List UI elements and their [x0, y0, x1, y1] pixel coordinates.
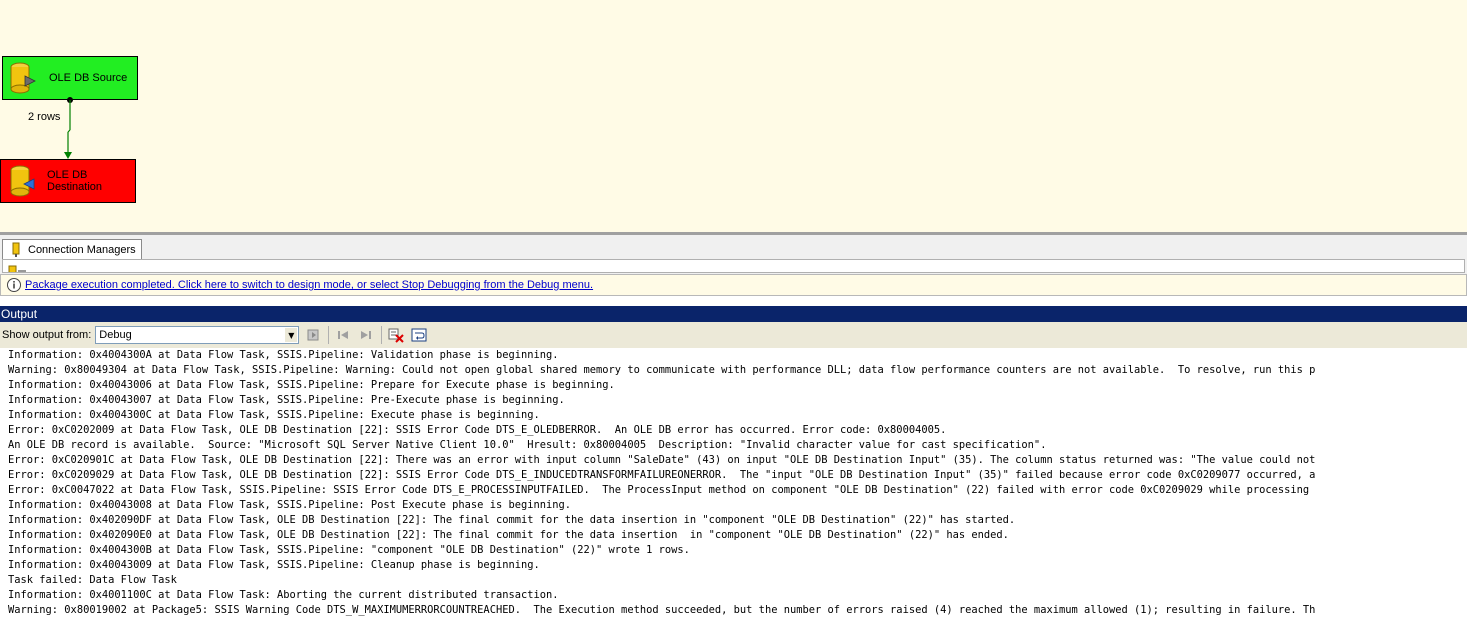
log-line: Information: 0x402090E0 at Data Flow Tas…	[8, 529, 1009, 541]
destination-node-label: OLE DB Destination	[47, 169, 103, 193]
log-line: Warning: 0x80019002 at Package5: SSIS Wa…	[8, 604, 1316, 616]
connection-managers-list[interactable]	[2, 259, 1465, 273]
data-path-arrow[interactable]	[0, 96, 140, 162]
log-line: Task failed: Data Flow Task	[8, 574, 177, 586]
show-output-from-select[interactable]: Debug ▼	[95, 326, 300, 344]
tab-connection-managers[interactable]: Connection Managers	[2, 239, 142, 259]
toolbar-separator	[381, 326, 383, 344]
connection-managers-panel: Connection Managers	[0, 232, 1467, 274]
ole-db-destination-node[interactable]: OLE DB Destination	[0, 159, 136, 203]
log-line: An OLE DB record is available. Source: "…	[8, 439, 1047, 451]
database-source-icon	[10, 62, 36, 94]
output-window-title: Output	[0, 306, 1467, 322]
log-line: Error: 0xC0202009 at Data Flow Task, OLE…	[8, 424, 947, 436]
log-line: Information: 0x4004300B at Data Flow Tas…	[8, 544, 690, 556]
database-destination-icon	[10, 165, 35, 197]
log-line: Error: 0xC0047022 at Data Flow Task, SSI…	[8, 484, 1310, 496]
info-icon	[7, 278, 21, 292]
data-flow-canvas[interactable]: OLE DB Source 2 rows OLE DB Destination	[0, 0, 1467, 232]
source-node-label: OLE DB Source	[49, 72, 128, 84]
log-line: Information: 0x40043007 at Data Flow Tas…	[8, 394, 565, 406]
log-line: Error: 0xC020901C at Data Flow Task, OLE…	[8, 454, 1316, 466]
go-to-error-icon[interactable]	[304, 326, 322, 344]
execution-info-bar: Package execution completed. Click here …	[0, 274, 1467, 296]
log-line: Information: 0x402090DF at Data Flow Tas…	[8, 514, 1016, 526]
chevron-down-icon[interactable]: ▼	[285, 328, 298, 342]
previous-message-icon[interactable]	[334, 326, 352, 344]
connection-manager-icon	[12, 242, 20, 257]
clear-all-icon[interactable]	[387, 326, 405, 344]
connection-item-icon	[8, 265, 26, 272]
show-output-from-value: Debug	[99, 329, 132, 341]
log-line: Warning: 0x80049304 at Data Flow Task, S…	[8, 364, 1316, 376]
show-output-from-label: Show output from:	[2, 329, 92, 341]
path-row-count: 2 rows	[28, 111, 61, 123]
toggle-word-wrap-icon[interactable]	[410, 326, 428, 344]
log-line: Information: 0x40043006 at Data Flow Tas…	[8, 379, 615, 391]
output-log[interactable]: Information: 0x4004300A at Data Flow Tas…	[0, 348, 1467, 623]
ole-db-source-node[interactable]: OLE DB Source	[2, 56, 138, 100]
toolbar-separator	[328, 326, 330, 344]
connection-managers-tab-label: Connection Managers	[28, 243, 136, 256]
output-toolbar: Show output from: Debug ▼	[0, 322, 1467, 348]
log-line: Information: 0x40043009 at Data Flow Tas…	[8, 559, 540, 571]
switch-to-design-mode-link[interactable]: Package execution completed. Click here …	[25, 279, 593, 291]
log-line: Information: 0x4001100C at Data Flow Tas…	[8, 589, 559, 601]
log-line: Error: 0xC0209029 at Data Flow Task, OLE…	[8, 469, 1316, 481]
log-line: Information: 0x4004300C at Data Flow Tas…	[8, 409, 540, 421]
log-line: Information: 0x4004300A at Data Flow Tas…	[8, 349, 559, 361]
next-message-icon[interactable]	[357, 326, 375, 344]
log-line: Information: 0x40043008 at Data Flow Tas…	[8, 499, 572, 511]
